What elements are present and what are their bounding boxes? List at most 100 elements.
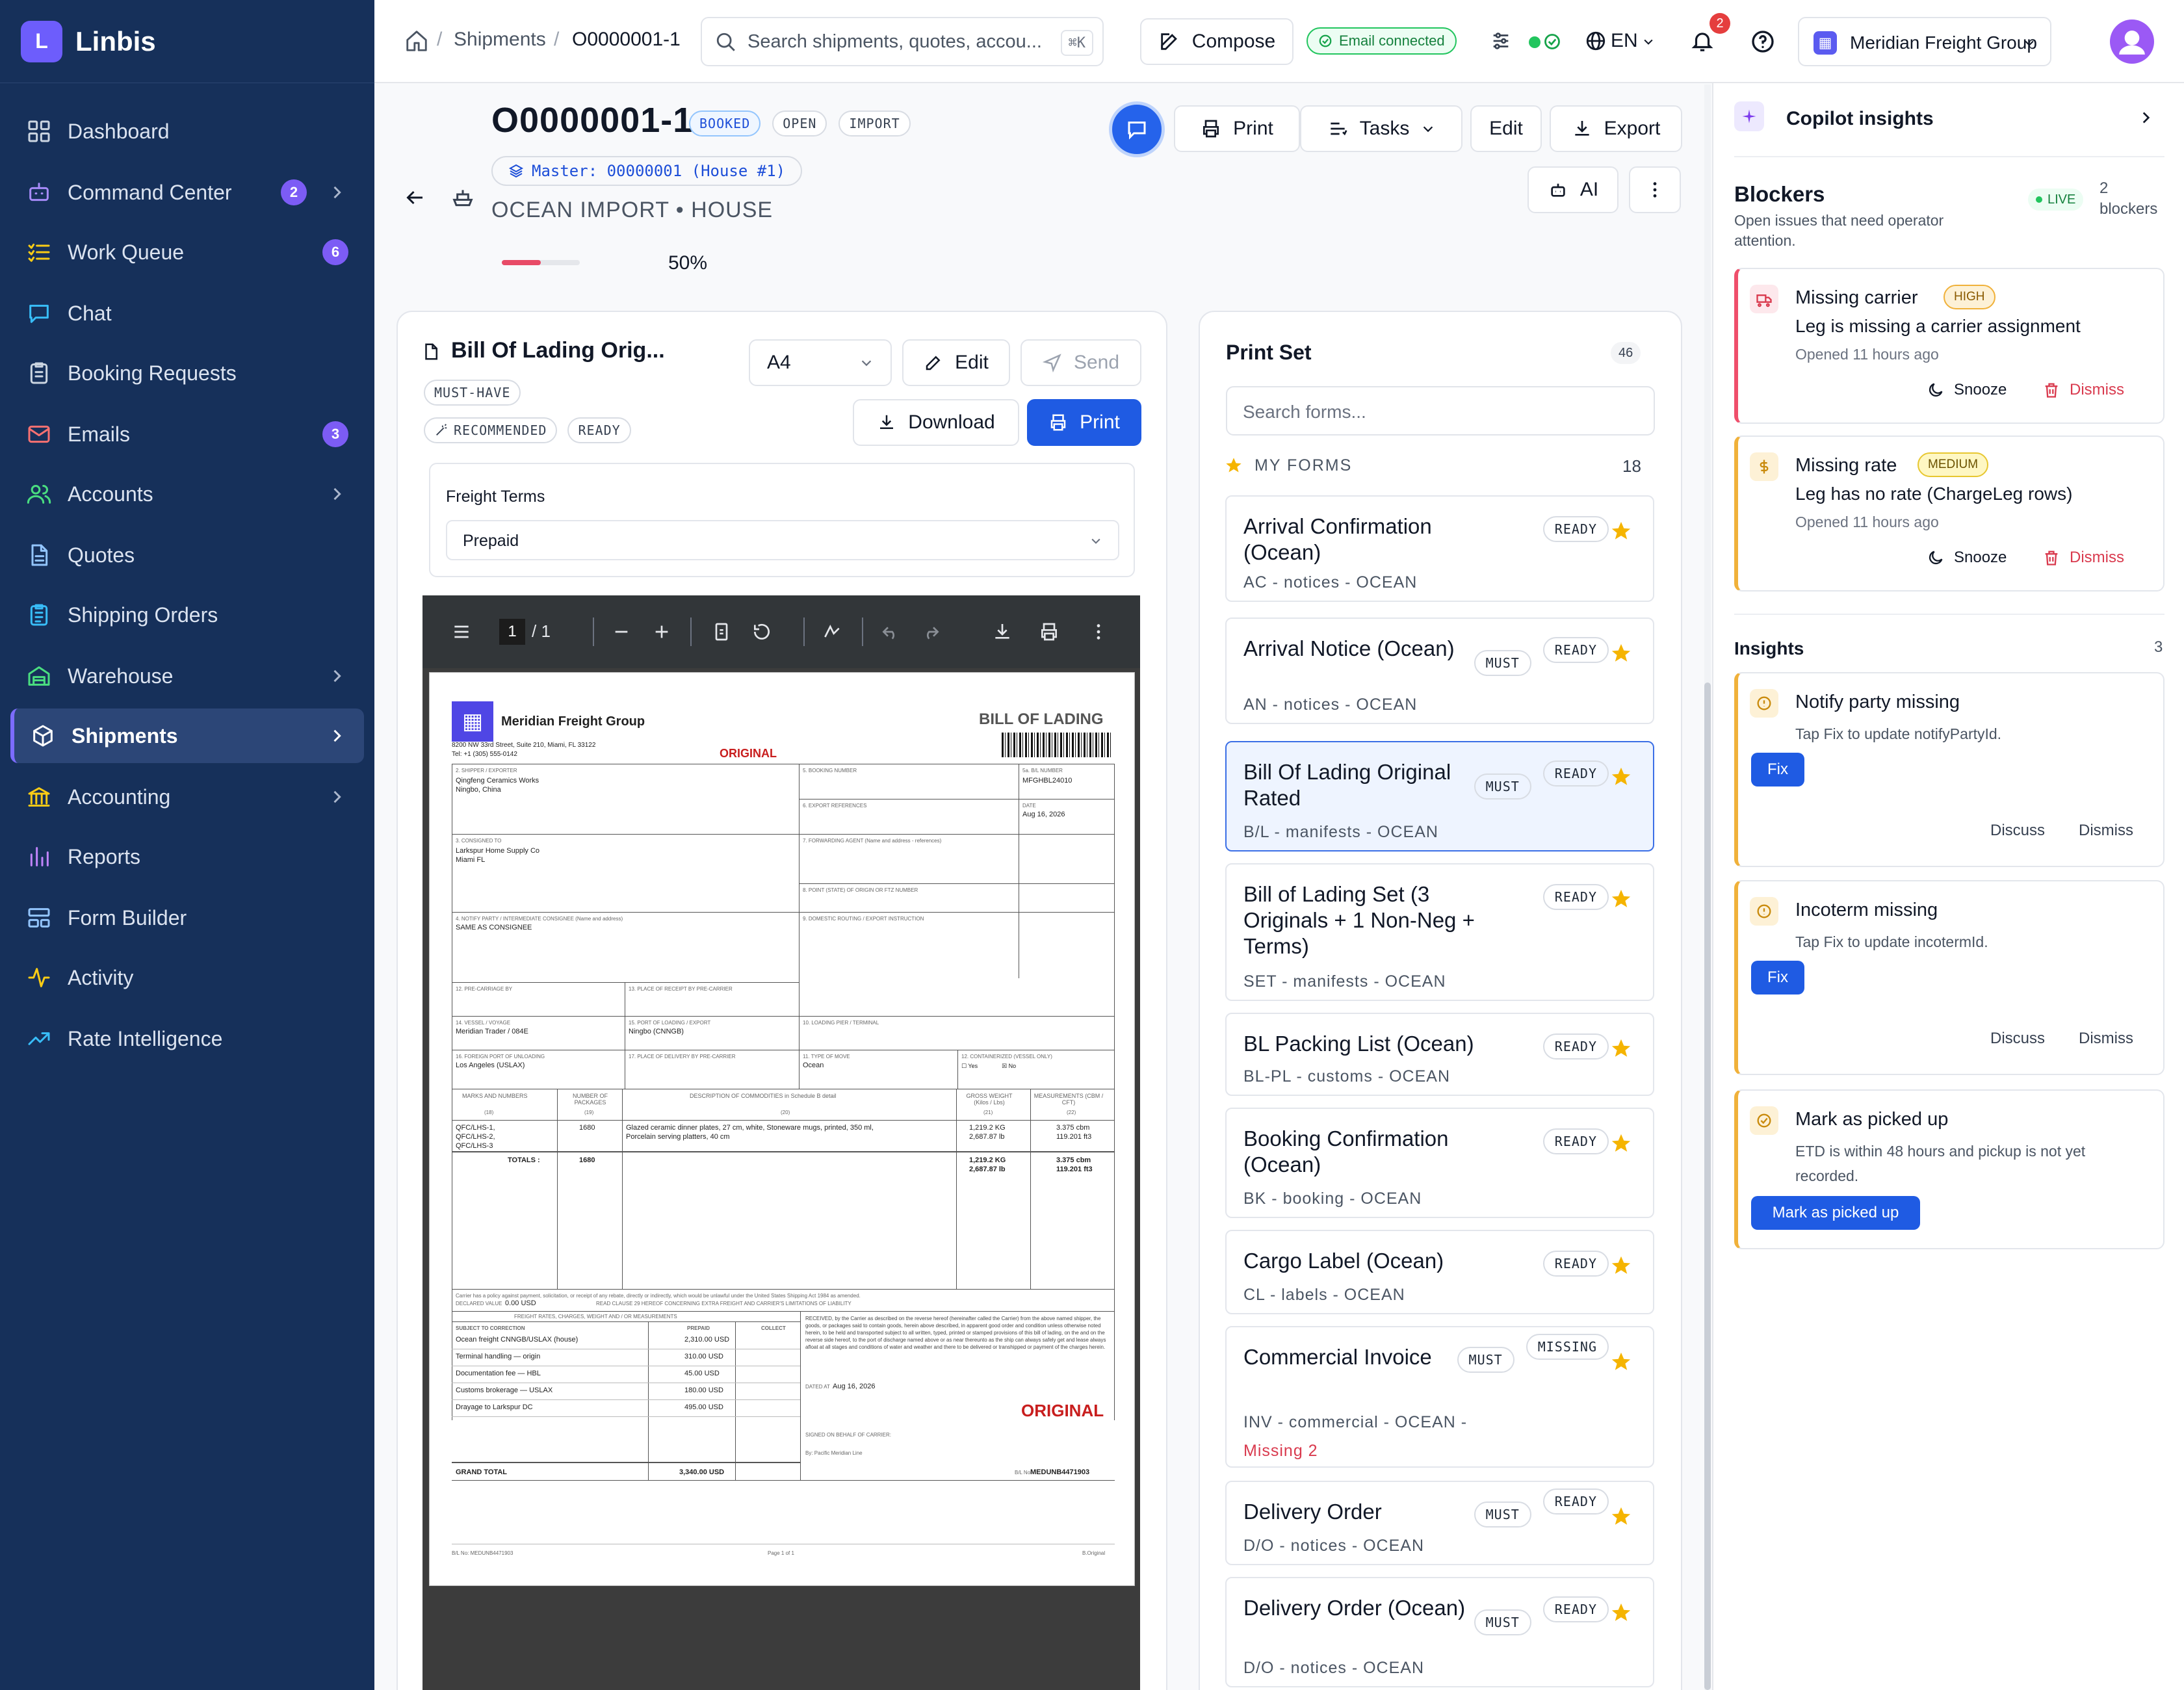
doc-address1: 8200 NW 33rd Street, Suite 210, Miami, F… [452, 742, 596, 749]
edit-shipment-button[interactable]: Edit [1470, 105, 1542, 152]
discuss-button[interactable]: Discuss [1990, 1030, 2045, 1048]
sidebar-item-emails[interactable]: Emails 3 [10, 407, 364, 462]
sidebar-item-booking-requests[interactable]: Booking Requests [10, 346, 364, 400]
redo-icon[interactable] [920, 621, 941, 642]
check-circle-icon[interactable] [1543, 32, 1561, 51]
snooze-button[interactable]: Snooze [1927, 549, 2007, 567]
rotate-icon[interactable] [751, 621, 772, 642]
star-icon[interactable] [1610, 520, 1632, 542]
star-icon[interactable] [1610, 1037, 1632, 1060]
avatar[interactable] [2110, 20, 2154, 64]
form-row[interactable]: Arrival Confirmation (Ocean) AC - notices… [1225, 495, 1654, 602]
chevron-right-icon[interactable] [2137, 109, 2154, 126]
fit-page-icon[interactable] [711, 621, 732, 642]
mark-picked-up-button[interactable]: Mark as picked up [1751, 1196, 1920, 1230]
download-button[interactable]: Download [853, 399, 1019, 446]
dismiss-button[interactable]: Dismiss [2079, 1030, 2133, 1048]
sidebar-item-dashboard[interactable]: Dashboard [10, 104, 364, 159]
form-row[interactable]: Delivery Order D/O - notices - OCEAN MUST R… [1225, 1481, 1654, 1565]
form-row[interactable]: Bill Of Lading Original Rated B/L - manif… [1225, 741, 1654, 852]
pdf-more-icon[interactable] [1088, 621, 1109, 642]
send-button[interactable]: Send [1020, 339, 1141, 386]
undo-icon[interactable] [880, 621, 901, 642]
print-form-button[interactable]: Print [1027, 399, 1141, 446]
form-row[interactable]: Commercial Invoice INV - commercial - OCE… [1225, 1326, 1654, 1468]
chat-fab[interactable] [1109, 101, 1165, 157]
bell-icon[interactable] [1690, 29, 1715, 53]
search-input[interactable]: Search shipments, quotes, accou... [748, 31, 1042, 53]
master-link[interactable]: Master: 00000001 (House #1) [491, 156, 803, 186]
compose-button[interactable]: Compose [1140, 18, 1294, 65]
sidebar-item-activity[interactable]: Activity [10, 950, 364, 1005]
menu-icon[interactable] [451, 621, 472, 642]
sidebar-item-rate-intelligence[interactable]: Rate Intelligence [10, 1011, 364, 1066]
edit-form-button[interactable]: Edit [902, 339, 1010, 386]
dismiss-button[interactable]: Dismiss [2042, 381, 2124, 399]
scrollbar-thumb[interactable] [1704, 682, 1711, 1690]
star-icon[interactable] [1610, 888, 1632, 910]
doc-no: No [1008, 1063, 1017, 1069]
form-row[interactable]: Arrival Notice (Ocean) AN - notices - OCE… [1225, 618, 1654, 724]
doc-charge-amount: 45.00 USD [684, 1370, 720, 1377]
sidebar-item-warehouse[interactable]: Warehouse [10, 649, 364, 703]
sparkle-icon [1734, 101, 1764, 131]
sidebar-item-shipments[interactable]: Shipments [10, 708, 364, 763]
star-icon[interactable] [1610, 1132, 1632, 1154]
home-icon[interactable] [404, 29, 429, 53]
more-options-button[interactable] [1629, 166, 1681, 213]
back-arrow-icon[interactable] [403, 186, 426, 209]
dismiss-button[interactable]: Dismiss [2079, 822, 2133, 840]
star-icon[interactable] [1610, 642, 1632, 664]
page-number-input[interactable]: 1 [499, 619, 525, 645]
language-selector[interactable]: EN [1611, 30, 1638, 52]
fix-button[interactable]: Fix [1751, 961, 1804, 994]
sidebar-item-accounts[interactable]: Accounts [10, 467, 364, 521]
sidebar-item-quotes[interactable]: Quotes [10, 528, 364, 582]
star-icon[interactable] [1610, 1351, 1632, 1373]
paper-size-select[interactable]: A4 [749, 339, 892, 386]
sidebar-item-form-builder[interactable]: Form Builder [10, 890, 364, 945]
snooze-button[interactable]: Snooze [1927, 381, 2007, 399]
zoom-out-icon[interactable] [611, 621, 632, 642]
form-code: SET [1243, 972, 1277, 991]
org-switcher[interactable]: ▦ Meridian Freight Group [1798, 17, 2051, 66]
star-icon[interactable] [1610, 1254, 1632, 1277]
discuss-button[interactable]: Discuss [1990, 822, 2045, 840]
global-search[interactable]: Search shipments, quotes, accou... ⌘K [701, 17, 1104, 66]
form-code: INV [1243, 1413, 1273, 1431]
breadcrumb-shipments[interactable]: Shipments [454, 29, 546, 51]
export-button[interactable]: Export [1550, 105, 1682, 152]
star-icon[interactable] [1610, 1602, 1632, 1624]
freight-terms-select[interactable]: Prepaid [446, 520, 1119, 560]
pdf-print-icon[interactable] [1039, 621, 1060, 642]
form-row[interactable]: Cargo Label (Ocean) CL - labels - OCEAN RE… [1225, 1230, 1654, 1314]
sidebar-item-accounting[interactable]: Accounting [10, 770, 364, 824]
dismiss-button[interactable]: Dismiss [2042, 549, 2124, 567]
sidebar-item-chat[interactable]: Chat [10, 286, 364, 341]
scrollbar-track[interactable] [1704, 84, 1711, 1690]
sidebar-item-work-queue[interactable]: Work Queue 6 [10, 225, 364, 280]
form-row[interactable]: Delivery Order (Ocean) D/O - notices - OC… [1225, 1577, 1654, 1687]
form-row[interactable]: BL Packing List (Ocean) BL-PL - customs -… [1225, 1013, 1654, 1096]
ai-button[interactable]: AI [1528, 166, 1618, 213]
form-row[interactable]: Booking Confirmation (Ocean) BK - booking… [1225, 1108, 1654, 1218]
email-status-badge[interactable]: Email connected [1306, 27, 1457, 55]
print-button[interactable]: Print [1174, 105, 1300, 152]
globe-icon[interactable] [1585, 30, 1607, 52]
brand[interactable]: L Linbis [0, 0, 374, 83]
doc-bl-label: 5a. B/L NUMBER [1022, 768, 1063, 774]
pdf-download-icon[interactable] [992, 621, 1013, 642]
star-icon[interactable] [1610, 1505, 1632, 1528]
forms-search-input[interactable]: Search forms... [1226, 386, 1655, 436]
draw-icon[interactable] [822, 621, 842, 642]
sidebar-item-command-center[interactable]: Command Center 2 [10, 165, 364, 220]
form-row[interactable]: Bill of Lading Set (3 Originals + 1 Non-… [1225, 863, 1654, 1001]
tasks-button[interactable]: Tasks [1300, 105, 1462, 152]
help-icon[interactable] [1750, 29, 1776, 55]
zoom-in-icon[interactable] [651, 621, 672, 642]
sliders-icon[interactable] [1490, 30, 1512, 52]
sidebar-item-shipping-orders[interactable]: Shipping Orders [10, 588, 364, 642]
star-icon[interactable] [1610, 766, 1632, 788]
fix-button[interactable]: Fix [1751, 753, 1804, 786]
sidebar-item-reports[interactable]: Reports [10, 829, 364, 884]
